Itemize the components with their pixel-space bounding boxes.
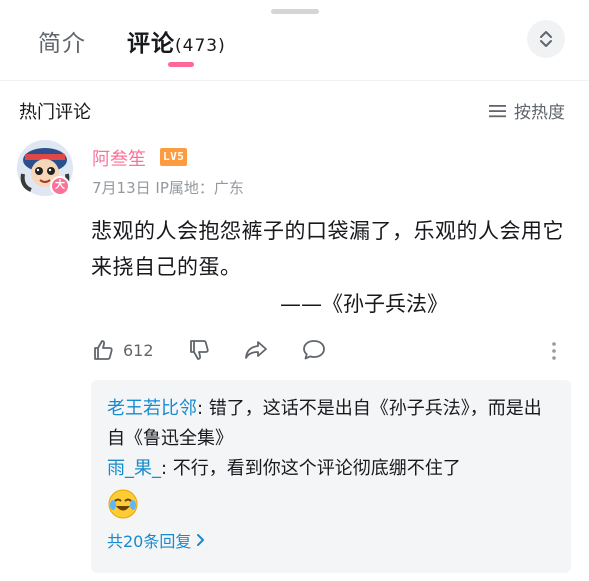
chevron-right-icon xyxy=(197,534,205,546)
comment-body: 悲观的人会抱怨裤子的口袋漏了，乐观的人会用它来挠自己的蛋。 xyxy=(91,219,564,279)
view-more-replies-link[interactable]: 共20条回复 xyxy=(107,528,555,552)
tab-comments[interactable]: 评论(473) xyxy=(127,24,226,58)
sort-label: 按热度 xyxy=(514,103,565,123)
more-options-button[interactable] xyxy=(550,340,558,366)
vip-badge-icon: 大 xyxy=(50,176,70,196)
dislike-button[interactable] xyxy=(187,338,211,362)
reply-username[interactable]: 雨_果_ xyxy=(107,458,161,479)
comment-date: 7月13日 xyxy=(92,179,151,197)
list-icon xyxy=(489,104,506,117)
like-button[interactable]: 612 xyxy=(91,338,154,362)
thumbs-up-icon xyxy=(94,340,113,360)
sort-by-hot-button[interactable]: 按热度 xyxy=(488,98,565,123)
ip-location: IP属地：广东 xyxy=(155,179,244,197)
crying-laughing-emoji-icon xyxy=(107,488,139,520)
reply-item[interactable]: 老王若比邻: 错了，这话不是出自《孙子兵法》，而是出自《鲁迅全集》 xyxy=(107,394,555,454)
reply-text: : 不行，看到你这个评论彻底绷不住了 xyxy=(161,458,461,479)
thumbs-down-icon xyxy=(190,340,209,360)
comment-actions: 612 xyxy=(91,338,571,366)
section-title: 热门评论 xyxy=(19,102,91,123)
more-vertical-icon xyxy=(552,342,556,360)
more-replies-label: 共20条回复 xyxy=(107,532,192,551)
tab-bar: 简介 评论(473) xyxy=(0,0,589,80)
username[interactable]: 阿叁笙 xyxy=(92,145,146,171)
share-button[interactable] xyxy=(243,338,269,362)
chevron-up-down-icon xyxy=(540,31,552,47)
reply-item[interactable]: 雨_果_: 不行，看到你这个评论彻底绷不住了 xyxy=(107,454,555,484)
reply-button[interactable] xyxy=(301,338,327,362)
share-icon xyxy=(245,341,267,359)
tab-intro[interactable]: 简介 xyxy=(38,24,86,58)
divider xyxy=(0,80,589,81)
comment-signature: ——《孙子兵法》 xyxy=(280,292,448,316)
speech-bubble-icon xyxy=(303,340,325,360)
like-count: 612 xyxy=(123,340,154,360)
replies-panel: 老王若比邻: 错了，这话不是出自《孙子兵法》，而是出自《鲁迅全集》 雨_果_: … xyxy=(91,380,571,573)
reply-username[interactable]: 老王若比邻 xyxy=(107,398,197,419)
level-badge: LV5 xyxy=(160,148,188,166)
comment-meta: 7月13日 IP属地：广东 xyxy=(92,177,244,198)
tab-comments-label: 评论 xyxy=(127,31,175,57)
expand-toggle-button[interactable] xyxy=(527,20,565,58)
comment-count: (473) xyxy=(175,36,226,56)
active-tab-indicator xyxy=(168,62,194,67)
